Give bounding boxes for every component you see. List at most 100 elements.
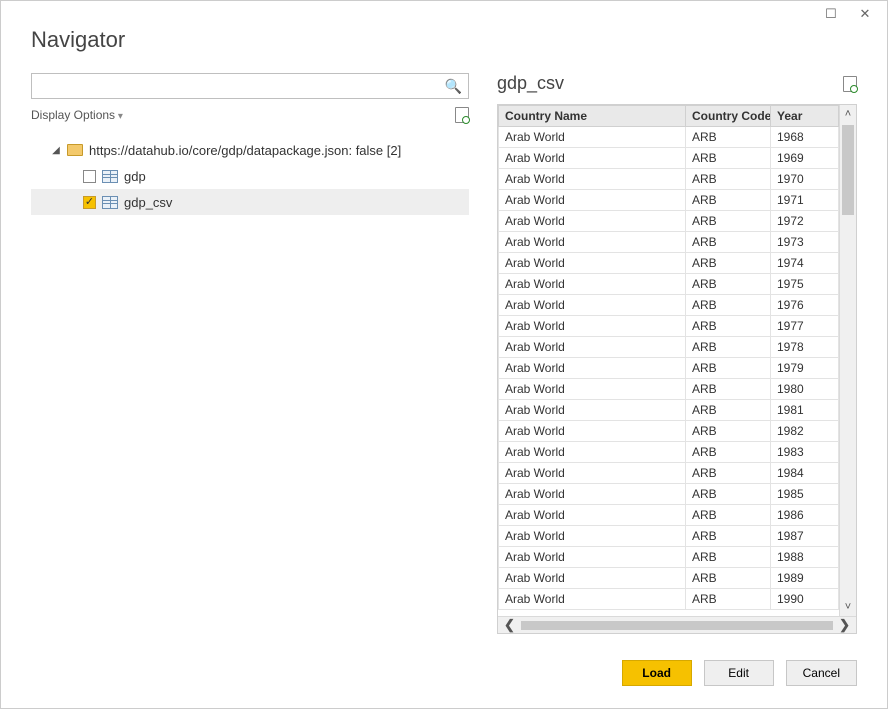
refresh-preview-icon[interactable] — [455, 107, 469, 123]
column-header[interactable]: Year — [771, 106, 839, 127]
navigator-dialog: ☐ ✕ Navigator 🔍 Display Options ◢ https:… — [0, 0, 888, 709]
table-cell: ARB — [686, 442, 771, 463]
tree-item-label: gdp — [124, 169, 146, 184]
dialog-title: Navigator — [31, 27, 857, 53]
table-row[interactable]: Arab WorldARB1973 — [499, 232, 839, 253]
display-options-dropdown[interactable]: Display Options — [31, 108, 123, 122]
table-row[interactable]: Arab WorldARB1975 — [499, 274, 839, 295]
cancel-button[interactable]: Cancel — [786, 660, 857, 686]
table-row[interactable]: Arab WorldARB1979 — [499, 358, 839, 379]
column-header[interactable]: Country Name — [499, 106, 686, 127]
tree-root[interactable]: ◢ https://datahub.io/core/gdp/datapackag… — [31, 137, 469, 163]
expand-collapse-icon[interactable]: ◢ — [51, 145, 61, 156]
search-icon[interactable]: 🔍 — [445, 78, 462, 95]
table-cell: 1970 — [771, 169, 839, 190]
table-cell: ARB — [686, 169, 771, 190]
table-cell: ARB — [686, 274, 771, 295]
preview-pane: gdp_csv Country Name Country — [497, 73, 857, 641]
maximize-icon[interactable]: ☐ — [823, 6, 839, 22]
table-cell: 1990 — [771, 589, 839, 610]
scrollbar-thumb[interactable] — [842, 125, 854, 215]
preview-export-icon[interactable] — [843, 76, 857, 92]
table-cell: ARB — [686, 211, 771, 232]
table-cell: 1971 — [771, 190, 839, 211]
table-icon — [102, 196, 118, 209]
table-cell: ARB — [686, 253, 771, 274]
table-cell: Arab World — [499, 421, 686, 442]
scrollbar-thumb[interactable] — [521, 621, 833, 630]
tree-item-label: gdp_csv — [124, 195, 172, 210]
table-cell: 1976 — [771, 295, 839, 316]
table-cell: ARB — [686, 547, 771, 568]
table-row[interactable]: Arab WorldARB1990 — [499, 589, 839, 610]
window-controls: ☐ ✕ — [823, 1, 887, 27]
dialog-footer: Load Edit Cancel — [1, 646, 887, 708]
table-cell: ARB — [686, 232, 771, 253]
load-button[interactable]: Load — [622, 660, 692, 686]
checkbox-gdp[interactable] — [83, 170, 96, 183]
table-cell: Arab World — [499, 526, 686, 547]
scroll-up-icon[interactable]: ˄ — [845, 105, 851, 123]
table-row[interactable]: Arab WorldARB1971 — [499, 190, 839, 211]
checkbox-gdp-csv[interactable]: ✓ — [83, 196, 96, 209]
table-cell: 1983 — [771, 442, 839, 463]
table-row[interactable]: Arab WorldARB1982 — [499, 421, 839, 442]
table-cell: ARB — [686, 337, 771, 358]
table-row[interactable]: Arab WorldARB1987 — [499, 526, 839, 547]
table-row[interactable]: Arab WorldARB1988 — [499, 547, 839, 568]
tree-item-gdp[interactable]: gdp — [31, 163, 469, 189]
close-icon[interactable]: ✕ — [857, 6, 873, 22]
table-row[interactable]: Arab WorldARB1976 — [499, 295, 839, 316]
table-cell: 1972 — [771, 211, 839, 232]
table-cell: ARB — [686, 379, 771, 400]
scroll-right-icon[interactable]: ❯ — [839, 617, 850, 633]
horizontal-scrollbar[interactable]: ❮ ❯ — [498, 616, 856, 633]
table-cell: ARB — [686, 463, 771, 484]
table-cell: 1975 — [771, 274, 839, 295]
table-cell: Arab World — [499, 190, 686, 211]
table-cell: 1986 — [771, 505, 839, 526]
table-row[interactable]: Arab WorldARB1981 — [499, 400, 839, 421]
table-cell: Arab World — [499, 358, 686, 379]
table-row[interactable]: Arab WorldARB1968 — [499, 127, 839, 148]
table-row[interactable]: Arab WorldARB1969 — [499, 148, 839, 169]
table-row[interactable]: Arab WorldARB1978 — [499, 337, 839, 358]
table-row[interactable]: Arab WorldARB1972 — [499, 211, 839, 232]
search-box[interactable]: 🔍 — [31, 73, 469, 99]
table-cell: ARB — [686, 589, 771, 610]
vertical-scrollbar[interactable]: ˄ ˅ — [839, 105, 856, 616]
table-row[interactable]: Arab WorldARB1985 — [499, 484, 839, 505]
tree-root-label: https://datahub.io/core/gdp/datapackage.… — [89, 143, 401, 158]
table-cell: Arab World — [499, 337, 686, 358]
column-header[interactable]: Country Code — [686, 106, 771, 127]
search-input[interactable] — [38, 78, 445, 95]
table-row[interactable]: Arab WorldARB1986 — [499, 505, 839, 526]
table-cell: 1989 — [771, 568, 839, 589]
tree-item-gdp-csv[interactable]: ✓ gdp_csv — [31, 189, 469, 215]
table-cell: ARB — [686, 316, 771, 337]
table-cell: Arab World — [499, 568, 686, 589]
table-cell: Arab World — [499, 148, 686, 169]
table-cell: Arab World — [499, 232, 686, 253]
scrollbar-track[interactable] — [840, 123, 856, 598]
table-row[interactable]: Arab WorldARB1974 — [499, 253, 839, 274]
table-cell: Arab World — [499, 295, 686, 316]
table-row[interactable]: Arab WorldARB1984 — [499, 463, 839, 484]
table-row[interactable]: Arab WorldARB1983 — [499, 442, 839, 463]
scroll-left-icon[interactable]: ❮ — [504, 617, 515, 633]
preview-grid: Country Name Country Code Year Arab Worl… — [497, 104, 857, 634]
table-cell: ARB — [686, 400, 771, 421]
scroll-down-icon[interactable]: ˅ — [845, 598, 851, 616]
table-cell: ARB — [686, 190, 771, 211]
table-cell: Arab World — [499, 463, 686, 484]
table-row[interactable]: Arab WorldARB1977 — [499, 316, 839, 337]
table-cell: Arab World — [499, 211, 686, 232]
table-row[interactable]: Arab WorldARB1980 — [499, 379, 839, 400]
table-cell: 1969 — [771, 148, 839, 169]
table-cell: 1984 — [771, 463, 839, 484]
table-row[interactable]: Arab WorldARB1989 — [499, 568, 839, 589]
table-cell: ARB — [686, 295, 771, 316]
table-row[interactable]: Arab WorldARB1970 — [499, 169, 839, 190]
edit-button[interactable]: Edit — [704, 660, 774, 686]
table-cell: Arab World — [499, 505, 686, 526]
